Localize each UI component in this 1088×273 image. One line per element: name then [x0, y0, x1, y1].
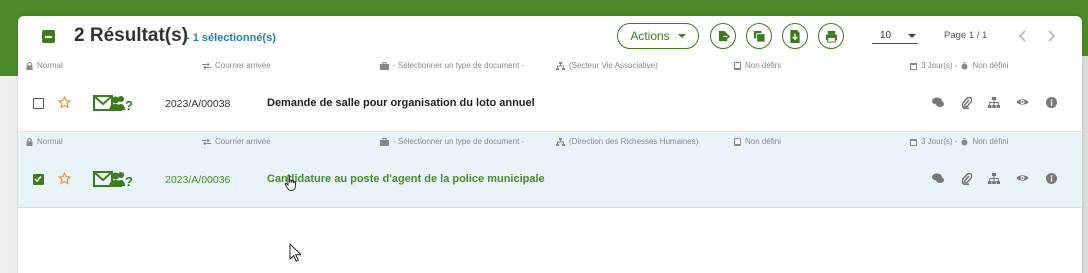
export-icon	[718, 30, 730, 41]
eye-icon[interactable]	[1016, 173, 1029, 183]
briefcase-icon	[380, 137, 389, 146]
chat-icon[interactable]	[932, 97, 944, 108]
attachment-icon[interactable]	[962, 173, 972, 185]
mail-reference[interactable]: 2023/A/00036	[165, 174, 230, 186]
per-page-value: 10	[880, 30, 892, 41]
mail-unknown-sender-icon: ?	[93, 171, 133, 188]
department-meta: (Direction des Richesses Humaines)	[556, 137, 698, 146]
priority-meta: Normal	[26, 137, 63, 146]
actions-dropdown-button[interactable]: Actions	[617, 23, 699, 49]
doc-type-meta: - Sélectionner un type de document -	[380, 137, 524, 146]
results-header: 2 Résultat(s) - 1 sélectionné(s) Actions	[18, 16, 1082, 56]
hierarchy-icon[interactable]	[988, 173, 1000, 184]
mail-subject[interactable]: Demande de salle pour organisation du lo…	[267, 97, 535, 109]
row-select-checkbox[interactable]	[33, 174, 44, 185]
mail-unknown-sender-icon: ?	[93, 95, 133, 112]
mail-row[interactable]: Normal Courrier arrivée - Sélectionner u…	[18, 132, 1082, 208]
chevron-down-icon	[677, 34, 686, 38]
eye-icon[interactable]	[1016, 97, 1029, 107]
export-button[interactable]	[710, 23, 736, 49]
briefcase-icon	[380, 61, 389, 70]
stack-documents-button[interactable]	[746, 23, 772, 49]
attachment-icon[interactable]	[962, 97, 972, 109]
status-meta: Non défini	[734, 61, 781, 70]
book-icon	[734, 61, 741, 70]
exchange-icon	[202, 138, 211, 145]
stopwatch-icon	[961, 61, 968, 69]
scrollbar-track[interactable]	[1082, 56, 1088, 273]
document-download-icon	[790, 29, 800, 43]
layers-icon	[753, 30, 766, 43]
department-meta: (Secteur Vie Associative)	[556, 61, 658, 70]
doc-type-meta: - Sélectionner un type de document -	[380, 61, 524, 70]
mail-row[interactable]: Normal Courrier arrivée - Sélectionner u…	[18, 56, 1082, 132]
priority-meta: Normal	[26, 61, 63, 70]
svg-text:?: ?	[125, 174, 133, 188]
svg-text:?: ?	[125, 98, 133, 112]
per-page-select[interactable]: 10	[872, 28, 918, 44]
stopwatch-icon	[961, 137, 968, 145]
star-icon[interactable]	[58, 96, 71, 109]
page-info: Page 1 / 1	[944, 30, 988, 41]
exchange-icon	[202, 62, 211, 69]
hierarchy-icon	[556, 137, 565, 146]
lock-icon	[26, 137, 33, 146]
selection-count: - 1 sélectionné(s)	[186, 32, 276, 44]
mail-reference[interactable]: 2023/A/00038	[165, 98, 230, 110]
chat-icon[interactable]	[932, 173, 944, 184]
deadline-meta: 3 Jour(s) - Non défini	[910, 61, 1008, 70]
mail-subject[interactable]: Candidature au poste d'agent de la polic…	[267, 173, 545, 185]
deadline-meta: 3 Jour(s) - Non défini	[910, 137, 1008, 146]
chevron-down-icon	[908, 34, 916, 38]
info-icon[interactable]	[1046, 173, 1057, 184]
download-document-button[interactable]	[782, 23, 808, 49]
print-icon	[825, 30, 837, 43]
collapse-all-checkbox[interactable]	[42, 30, 55, 43]
info-icon[interactable]	[1046, 97, 1057, 108]
mail-type-meta: Courrier arrivée	[202, 61, 271, 70]
hierarchy-icon[interactable]	[988, 97, 1000, 108]
checkmark-icon	[34, 176, 42, 183]
calendar-icon	[910, 138, 917, 146]
chevron-right-icon[interactable]	[1044, 28, 1058, 44]
print-button[interactable]	[818, 23, 844, 49]
status-meta: Non défini	[734, 137, 781, 146]
actions-label: Actions	[630, 29, 670, 43]
chevron-left-icon[interactable]	[1016, 28, 1030, 44]
row-select-checkbox[interactable]	[33, 98, 44, 109]
book-icon	[734, 137, 741, 146]
star-icon[interactable]	[58, 172, 71, 185]
results-panel: 2 Résultat(s) - 1 sélectionné(s) Actions	[18, 16, 1082, 273]
results-title: 2 Résultat(s)	[74, 25, 189, 46]
calendar-icon	[910, 62, 917, 70]
lock-icon	[26, 61, 33, 70]
mail-type-meta: Courrier arrivée	[202, 137, 271, 146]
hand-cursor-icon	[284, 174, 296, 191]
hierarchy-icon	[556, 61, 565, 70]
arrow-cursor-icon	[289, 243, 301, 262]
